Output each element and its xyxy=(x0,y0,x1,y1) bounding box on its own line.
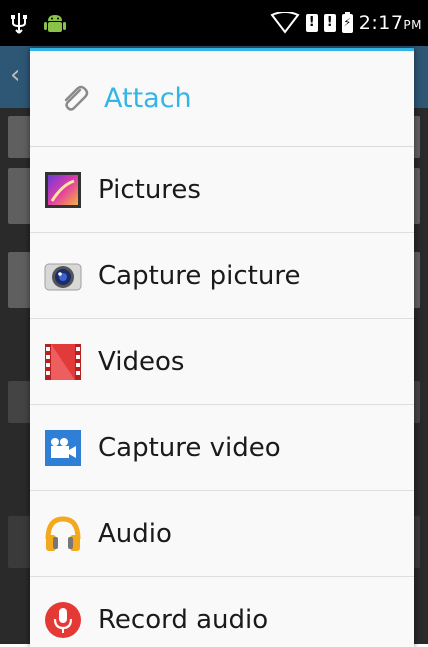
paperclip-icon xyxy=(64,85,89,111)
menu-item-capture-picture[interactable]: Capture picture xyxy=(30,233,414,319)
menu-item-label: Videos xyxy=(98,346,185,377)
menu-item-audio[interactable]: Audio xyxy=(30,491,414,577)
menu-item-label: Capture video xyxy=(98,432,281,463)
android-debug-icon xyxy=(44,15,66,32)
menu-item-label: Pictures xyxy=(98,174,201,205)
menu-item-label: Record audio xyxy=(98,604,269,635)
menu-item-record-audio[interactable]: Record audio xyxy=(30,577,414,647)
usb-icon xyxy=(11,13,27,34)
dialog-title-text: Attach xyxy=(104,83,192,114)
video-camera-icon xyxy=(45,429,81,466)
gallery-icon xyxy=(45,171,81,208)
status-time: 2:17PM xyxy=(358,12,422,34)
menu-item-videos[interactable]: Videos xyxy=(30,319,414,405)
battery-charging-icon xyxy=(341,11,353,33)
headphones-icon xyxy=(45,515,81,551)
dialog-title: Attach xyxy=(30,51,414,147)
camera-icon xyxy=(44,263,82,290)
menu-item-capture-video[interactable]: Capture video xyxy=(30,405,414,491)
menu-item-label: Audio xyxy=(98,518,172,549)
status-bar: 2:17PM xyxy=(0,0,428,46)
microphone-icon xyxy=(45,601,81,638)
menu-item-pictures[interactable]: Pictures xyxy=(30,147,414,233)
back-icon: ‹ xyxy=(10,60,21,90)
wifi-icon xyxy=(270,12,300,34)
attach-dialog: Attach Pictures Capture picture Videos C… xyxy=(30,48,414,647)
film-strip-icon xyxy=(45,343,81,380)
sim-alert-icon xyxy=(323,14,336,32)
sim-alert-icon xyxy=(305,14,318,32)
menu-item-label: Capture picture xyxy=(98,260,301,291)
